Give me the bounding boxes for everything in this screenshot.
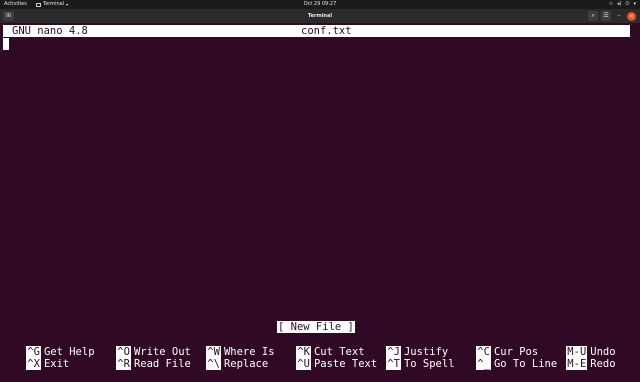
shortcut-cut-text[interactable]: ^K Cut Text (271, 334, 365, 358)
shortcut-get-help[interactable]: ^G Get Help (1, 334, 95, 358)
shortcut-write-out[interactable]: ^O Write Out (91, 334, 191, 358)
close-icon: × (628, 12, 635, 20)
volume-icon: ◂) (617, 1, 622, 7)
nano-version: GNU nano 4.8 (12, 25, 88, 37)
shortcut-replace[interactable]: ^\ Replace (181, 346, 268, 370)
file-name: conf.txt (301, 25, 352, 37)
close-button[interactable]: × (627, 11, 636, 21)
shortcut-to-spell[interactable]: ^T To Spell (361, 346, 455, 370)
clock[interactable]: Oct 29 09:27 (0, 0, 640, 9)
menu-icon: ☰ (603, 12, 609, 19)
search-button[interactable]: ⌕ (588, 11, 598, 21)
terminal-area[interactable]: GNU nano 4.8 conf.txt [ New File ] ^G Get… (0, 24, 640, 370)
shortcut-undo[interactable]: M-U Undo (541, 334, 616, 358)
menu-button[interactable]: ☰ (601, 11, 611, 21)
system-tray[interactable]: ⊘ ◂) ⏻ ▾ (609, 0, 636, 9)
network-icon: ⊘ (608, 1, 614, 7)
chevron-down-icon: ▾ (633, 1, 636, 7)
shortcut-justify[interactable]: ^J Justify (361, 334, 448, 358)
window-title: Terminal (307, 13, 333, 19)
window-headerbar: ⊞ Terminal ⌕ ☰ – × (0, 9, 640, 24)
nano-title-bar: GNU nano 4.8 conf.txt (3, 25, 630, 37)
top-bar: Activities Terminal ▾ Oct 29 09:27 ⊘ ◂) … (0, 0, 640, 9)
shortcut-redo[interactable]: M-E Redo (541, 346, 616, 370)
status-message: [ New File ] (277, 321, 355, 333)
search-icon: ⌕ (591, 12, 595, 19)
shortcut-cur-pos[interactable]: ^C Cur Pos (451, 334, 538, 358)
minimize-icon: – (617, 12, 621, 19)
minimize-button[interactable]: – (614, 11, 624, 21)
power-icon: ⏻ (625, 1, 630, 7)
text-cursor (3, 38, 9, 50)
window-controls: ⌕ ☰ – × (588, 11, 636, 21)
shortcut-exit[interactable]: ^X Exit (1, 346, 69, 370)
shortcut-where-is[interactable]: ^W Where Is (181, 334, 275, 358)
shortcut-read-file[interactable]: ^R Read File (91, 346, 191, 370)
